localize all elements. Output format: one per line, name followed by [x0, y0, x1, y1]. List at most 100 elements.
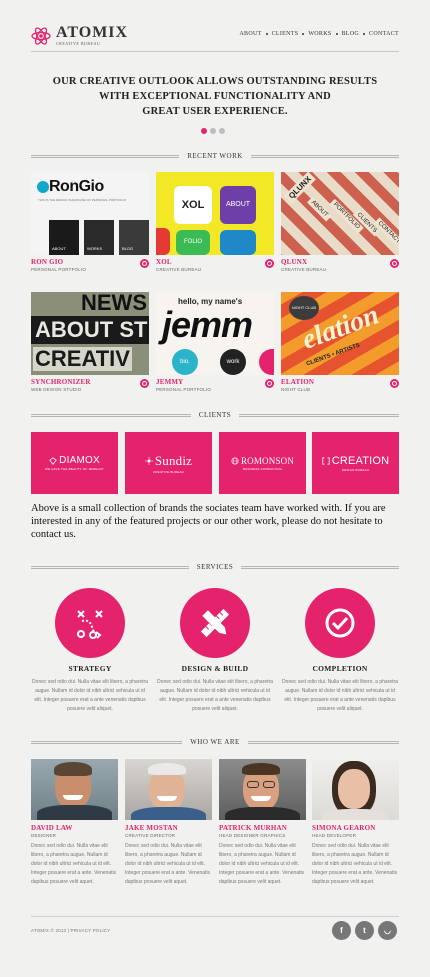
slider-dot-2[interactable] [210, 128, 216, 134]
member-name[interactable]: DAVID LAW [31, 824, 118, 832]
bracket-icon [322, 456, 330, 465]
work-subtitle: NIGHT CLUB [281, 387, 311, 392]
nav-separator [302, 33, 305, 35]
work-title[interactable]: RON GIO [31, 258, 149, 266]
hero-line-3: GREAT USER EXPERIENCE. [142, 106, 288, 117]
zoom-icon[interactable] [390, 379, 399, 388]
member-role: CREATIVE DIRECTOR [125, 833, 176, 838]
service-title: COMPLETION [312, 664, 368, 673]
zoom-icon[interactable] [265, 379, 274, 388]
service-title: STRATEGY [68, 664, 112, 673]
work-thumbnail[interactable]: NEWS ABOUT ST CREATIV [31, 292, 149, 375]
member-bio: Donec sed odio dui. Nulla vitae elit lib… [125, 843, 211, 885]
work-item[interactable]: QLUNX ABOUT PORTFOLIO CLIENTS CONTACTS Q… [281, 172, 399, 272]
nav-blog[interactable]: BLOG [342, 31, 360, 37]
service-title: DESIGN & BUILD [181, 664, 249, 673]
facebook-icon[interactable]: f [332, 921, 351, 940]
header-divider [31, 51, 399, 52]
hero-line-1: OUR CREATIVE OUTLOOK ALLOWS OUTSTANDING … [52, 76, 378, 87]
work-title[interactable]: ELATION [281, 378, 399, 386]
service-design-build: DESIGN & BUILD Donec sed odio dui. Nulla… [156, 588, 274, 714]
member-name[interactable]: PATRICK MURHAN [219, 824, 306, 832]
service-strategy: STRATEGY Donec sed odio dui. Nulla vitae… [31, 588, 149, 714]
client-logo-romonson[interactable]: ROMONSON BUSINESS CONSULTING [219, 432, 306, 494]
work-item[interactable]: XOL ABOUT FOLIO XOL CREATIVE BUREAU [156, 172, 274, 272]
service-text: Donec sed odio dui. Nulla vitae elit lib… [282, 679, 398, 712]
work-subtitle: PERSONAL PORTFOLIO [156, 387, 212, 392]
member-role: DESIGNER [31, 833, 57, 838]
work-title[interactable]: XOL [156, 258, 274, 266]
zoom-icon[interactable] [265, 259, 274, 268]
service-text: Donec sed odio dui. Nulla vitae elit lib… [157, 679, 273, 712]
nav-contact[interactable]: CONTACT [369, 31, 399, 37]
pencil-ruler-icon [180, 588, 250, 658]
member-bio: Donec sed odio dui. Nulla vitae elit lib… [219, 843, 305, 885]
section-title-clients: CLIENTS [31, 410, 399, 420]
work-title[interactable]: SYNCHRONIZER [31, 378, 149, 386]
member-photo[interactable] [125, 759, 212, 820]
member-name[interactable]: JAKE MOSTAN [125, 824, 212, 832]
member-role: HEAD DESIGNER GRAPHICS [219, 833, 286, 838]
section-title-who-we-are: WHO WE ARE [31, 737, 399, 747]
sun-icon [144, 456, 153, 465]
work-subtitle: PERSONAL PORTFOLIO [31, 267, 87, 272]
work-title[interactable]: QLUNX [281, 258, 399, 266]
nav-works[interactable]: WORKS [308, 31, 331, 37]
slider-dot-1[interactable] [201, 128, 207, 134]
nav-separator [335, 33, 338, 35]
member-photo[interactable] [31, 759, 118, 820]
work-thumbnail[interactable]: QLUNX ABOUT PORTFOLIO CLIENTS CONTACTS [281, 172, 399, 255]
team-member: JAKE MOSTAN CREATIVE DIRECTOR Donec sed … [125, 759, 212, 887]
work-item[interactable]: NEWS ABOUT ST CREATIV SYNCHRONIZER WEB D… [31, 292, 149, 392]
slider-pagination [201, 128, 228, 134]
client-logo-diamox[interactable]: DIAMOX WE HAVE THE BEAUTY OF JEWELRY [31, 432, 118, 494]
team-member: SIMONA GEARON HEAD DEVELOPER Donec sed o… [312, 759, 399, 887]
main-nav: ABOUT CLIENTS WORKS BLOG CONTACT [239, 31, 399, 37]
member-photo[interactable] [312, 759, 399, 820]
footer-divider [31, 916, 399, 917]
zoom-icon[interactable] [140, 379, 149, 388]
work-subtitle: CREATIVE BUREAU [156, 267, 202, 272]
member-bio: Donec sed odio dui. Nulla vitae elit lib… [312, 843, 398, 885]
member-name[interactable]: SIMONA GEARON [312, 824, 399, 832]
work-thumbnail[interactable]: hello, my name's jemm bio. work [156, 292, 274, 375]
work-thumbnail[interactable]: RonGio THIS IS THE DESIGN SHOWCASE OF PE… [31, 172, 149, 255]
section-title-recent-work: RECENT WORK [31, 151, 400, 161]
twitter-icon[interactable]: t [355, 921, 374, 940]
nav-separator [363, 33, 366, 35]
diamond-icon [49, 456, 57, 465]
work-item[interactable]: RonGio THIS IS THE DESIGN SHOWCASE OF PE… [31, 172, 149, 272]
globe-icon [231, 456, 239, 465]
client-logo-sundiz[interactable]: Sundiz CREATIVE BUREAU [125, 432, 212, 494]
team-member: DAVID LAW DESIGNER Donec sed odio dui. N… [31, 759, 118, 887]
strategy-icon [55, 588, 125, 658]
work-thumbnail[interactable]: NIGHT CLUB elation CLIENTS • ARTISTS [281, 292, 399, 375]
client-logo-creation[interactable]: CREATION DESIGN BUREAU [312, 432, 399, 494]
nav-about[interactable]: ABOUT [239, 31, 261, 37]
slider-dot-3[interactable] [219, 128, 225, 134]
work-subtitle: WEB DESIGN STUDIO [31, 387, 82, 392]
clients-description: Above is a small collection of brands th… [31, 503, 386, 540]
atom-logo-icon [31, 26, 51, 45]
zoom-icon[interactable] [390, 259, 399, 268]
work-item[interactable]: NIGHT CLUB elation CLIENTS • ARTISTS ELA… [281, 292, 399, 392]
section-title-services: SERVICES [31, 562, 400, 572]
brand-tagline: CREATIVE BUREAU [56, 41, 101, 46]
brand-name: ATOMIX [56, 24, 129, 41]
logo[interactable]: ATOMIX CREATIVE BUREAU [31, 25, 128, 46]
work-thumbnail[interactable]: XOL ABOUT FOLIO [156, 172, 274, 255]
rss-icon[interactable]: ◡ [378, 921, 397, 940]
hero-line-2: WITH EXCEPTIONAL FUNCTIONALITY AND [99, 91, 331, 102]
copyright: ATOMIX © 2013 | PRIVACY POLICY [31, 928, 111, 933]
service-completion: COMPLETION Donec sed odio dui. Nulla vit… [281, 588, 399, 714]
work-title[interactable]: JEMMY [156, 378, 274, 386]
work-item[interactable]: hello, my name's jemm bio. work JEMMY PE… [156, 292, 274, 392]
nav-clients[interactable]: CLIENTS [272, 31, 299, 37]
checkmark-icon [305, 588, 375, 658]
nav-separator [265, 33, 268, 35]
zoom-icon[interactable] [140, 259, 149, 268]
hero-tagline: OUR CREATIVE OUTLOOK ALLOWS OUTSTANDING … [31, 74, 399, 119]
page: ATOMIX CREATIVE BUREAU ABOUT CLIENTS WOR… [0, 0, 430, 977]
member-photo[interactable] [219, 759, 306, 820]
team-member: PATRICK MURHAN HEAD DESIGNER GRAPHICS Do… [219, 759, 306, 887]
